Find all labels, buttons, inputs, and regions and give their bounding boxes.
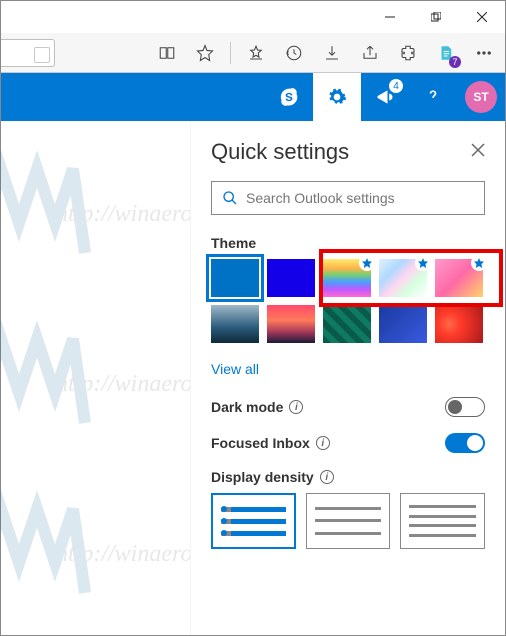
address-bar-fragment[interactable] <box>1 39 55 67</box>
panel-title: Quick settings <box>211 139 349 165</box>
theme-swatch-unicorn[interactable] <box>435 259 483 297</box>
density-option-medium[interactable] <box>306 493 391 549</box>
window-titlebar <box>1 1 505 33</box>
theme-swatch-blur-red[interactable] <box>435 305 483 343</box>
help-button[interactable] <box>409 73 457 121</box>
theme-swatch-sunset[interactable] <box>267 305 315 343</box>
density-option-full[interactable] <box>211 493 296 549</box>
window-minimize-button[interactable] <box>367 1 413 33</box>
history-icon[interactable] <box>277 36 311 70</box>
watermark-logo <box>0 321 91 441</box>
theme-swatch-circuit[interactable] <box>323 305 371 343</box>
favorite-star-icon[interactable] <box>188 36 222 70</box>
window-close-button[interactable] <box>459 1 505 33</box>
close-panel-button[interactable] <box>471 143 485 162</box>
info-icon[interactable]: i <box>316 436 330 450</box>
outlook-header: 4 ST <box>1 73 505 121</box>
display-density-options <box>211 493 485 549</box>
premium-star-icon <box>471 255 487 271</box>
info-icon[interactable]: i <box>320 470 334 484</box>
settings-search-input[interactable] <box>246 190 474 206</box>
dark-mode-toggle[interactable] <box>445 397 485 417</box>
whats-new-badge: 4 <box>389 79 403 93</box>
browser-toolbar: 7 <box>1 33 505 73</box>
focused-inbox-label: Focused Inbox <box>211 435 310 451</box>
notes-badge: 7 <box>449 56 461 68</box>
notes-icon[interactable]: 7 <box>429 36 463 70</box>
share-icon[interactable] <box>353 36 387 70</box>
info-icon[interactable]: i <box>289 400 303 414</box>
window-maximize-button[interactable] <box>413 1 459 33</box>
watermark-logo <box>0 491 91 611</box>
separator <box>230 42 231 64</box>
focused-inbox-toggle[interactable] <box>445 433 485 453</box>
whats-new-button[interactable]: 4 <box>361 73 409 121</box>
search-icon <box>222 190 238 206</box>
skype-button[interactable] <box>265 73 313 121</box>
dark-mode-label: Dark mode <box>211 399 283 415</box>
theme-grid <box>211 259 485 343</box>
reading-view-icon[interactable] <box>150 36 184 70</box>
settings-gear-button[interactable] <box>313 73 361 121</box>
theme-swatch-letters[interactable] <box>379 305 427 343</box>
theme-section-label: Theme <box>211 235 485 251</box>
account-avatar[interactable]: ST <box>465 81 497 113</box>
theme-swatch-ribbons[interactable] <box>379 259 427 297</box>
settings-search-box[interactable] <box>211 181 485 215</box>
favorites-list-icon[interactable] <box>239 36 273 70</box>
premium-star-icon <box>359 255 375 271</box>
more-icon[interactable] <box>467 36 501 70</box>
quick-settings-panel: Quick settings Theme View all Dark mode … <box>190 121 505 635</box>
view-all-themes-link[interactable]: View all <box>211 361 259 377</box>
extensions-icon[interactable] <box>391 36 425 70</box>
density-option-compact[interactable] <box>400 493 485 549</box>
display-density-label: Display density <box>211 469 314 485</box>
theme-swatch-darkblue[interactable] <box>267 259 315 297</box>
watermark-logo <box>0 151 91 271</box>
premium-star-icon <box>415 255 431 271</box>
downloads-icon[interactable] <box>315 36 349 70</box>
theme-swatch-wave[interactable] <box>211 305 259 343</box>
theme-swatch-blue[interactable] <box>211 259 259 297</box>
theme-swatch-rainbow[interactable] <box>323 259 371 297</box>
